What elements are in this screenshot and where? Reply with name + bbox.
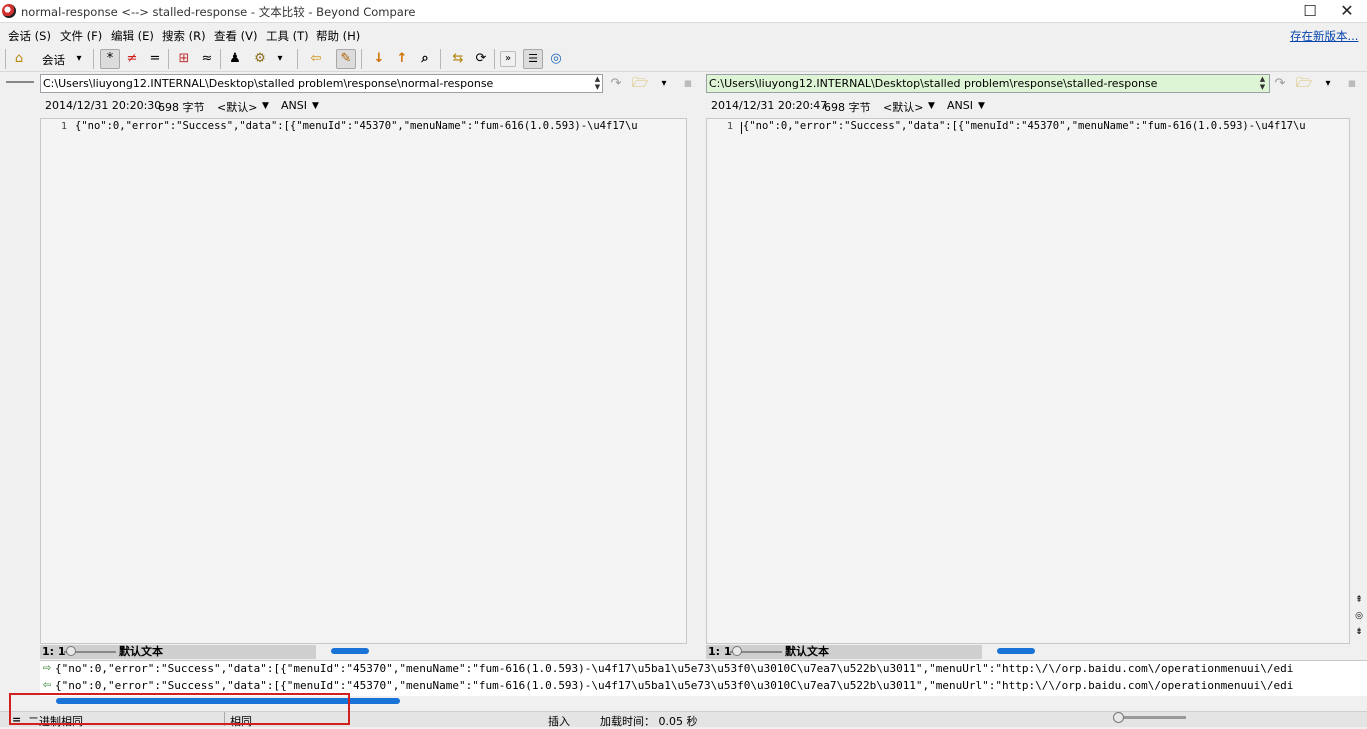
alignment-icon[interactable]: ☰ bbox=[523, 49, 543, 69]
right-zoom-knob[interactable] bbox=[732, 646, 742, 656]
menu-view[interactable]: 查看 (V) bbox=[214, 28, 258, 44]
right-text-pane[interactable]: 1 {"no":0,"error":"Success","data":[{"me… bbox=[706, 118, 1350, 644]
toolbar-separator bbox=[168, 49, 169, 69]
edit-icon[interactable]: ✎ bbox=[336, 49, 356, 69]
toolbar-separator bbox=[440, 49, 441, 69]
menu-help[interactable]: 帮助 (H) bbox=[316, 28, 360, 44]
text-caret bbox=[741, 122, 742, 134]
show-all-icon[interactable]: * bbox=[100, 49, 120, 69]
pane-splitter-handle[interactable] bbox=[6, 81, 34, 83]
left-horizontal-scrollbar[interactable] bbox=[331, 648, 369, 654]
center-icon[interactable]: ◎ bbox=[1353, 609, 1365, 623]
left-arrow-icon: ⇦ bbox=[42, 680, 52, 691]
minor-icon[interactable]: ≈ bbox=[197, 49, 217, 69]
toolbar-separator bbox=[5, 49, 6, 69]
left-format-dropdown-icon[interactable]: ▼ bbox=[262, 101, 269, 111]
format-dropdown-icon[interactable]: ▾ bbox=[273, 49, 287, 69]
copy-to-left-icon[interactable]: ⇦ bbox=[306, 49, 326, 69]
find-icon[interactable]: ⌕ bbox=[415, 49, 435, 69]
toolbar-separator bbox=[220, 49, 221, 69]
menu-tools[interactable]: 工具 (T) bbox=[266, 28, 309, 44]
scroll-down-icon[interactable]: ⇟ bbox=[1353, 625, 1365, 639]
right-path-spinner[interactable]: ▲ ▼ bbox=[1257, 75, 1268, 92]
right-format-dropdown-icon[interactable]: ▼ bbox=[928, 101, 935, 111]
left-line-number: 1 bbox=[60, 121, 67, 132]
prev-diff-icon[interactable]: ↑ bbox=[392, 49, 412, 69]
toolbar-separator bbox=[494, 49, 495, 69]
menu-session[interactable]: 会话 (S) bbox=[8, 28, 51, 44]
detail-right-line[interactable]: {"no":0,"error":"Success","data":[{"menu… bbox=[55, 678, 1364, 694]
left-size: 698 字节 bbox=[158, 101, 205, 114]
right-text-format: 默认文本 bbox=[785, 645, 829, 658]
swap-icon[interactable]: ⇆ bbox=[448, 49, 468, 69]
right-horizontal-scrollbar[interactable] bbox=[997, 648, 1035, 654]
refresh-icon[interactable]: ⟳ bbox=[471, 49, 491, 69]
new-version-link[interactable]: 存在新版本... bbox=[1290, 28, 1358, 44]
left-folder-dropdown-icon[interactable]: ▾ bbox=[655, 75, 673, 92]
left-pane-status: 1: 1 默认文本 bbox=[40, 645, 316, 659]
menu-search[interactable]: 搜索 (R) bbox=[162, 28, 206, 44]
next-diff-icon[interactable]: ↓ bbox=[369, 49, 389, 69]
detail-left-line[interactable]: {"no":0,"error":"Success","data":[{"menu… bbox=[55, 661, 1364, 677]
web-icon[interactable]: ◎ bbox=[546, 49, 566, 69]
session-dropdown-icon[interactable]: ▾ bbox=[72, 49, 86, 69]
home-session-icon[interactable]: ⌂ bbox=[9, 49, 29, 69]
zoom-track bbox=[1114, 716, 1186, 719]
window-title: normal-response <--> stalled-response - … bbox=[21, 5, 416, 19]
toolbar-separator bbox=[297, 49, 298, 69]
zoom-knob[interactable] bbox=[1113, 712, 1124, 723]
right-open-folder-icon[interactable]: 🗁 bbox=[1295, 75, 1313, 92]
rules-icon[interactable]: ♟ bbox=[225, 49, 245, 69]
left-text-format: 默认文本 bbox=[119, 645, 163, 658]
right-encoding-dropdown-icon[interactable]: ▼ bbox=[978, 101, 985, 111]
format-icon[interactable]: ⚙ bbox=[250, 49, 270, 69]
right-line-number: 1 bbox=[726, 121, 733, 132]
right-line-text[interactable]: {"no":0,"error":"Success","data":[{"menu… bbox=[743, 120, 1351, 132]
right-encoding-select[interactable]: ANSI bbox=[947, 99, 973, 112]
right-format-select[interactable]: <默认> bbox=[883, 99, 923, 115]
show-same-icon[interactable]: = bbox=[145, 49, 165, 69]
left-refresh-icon[interactable]: ↷ bbox=[607, 75, 625, 92]
left-path-field[interactable]: C:\Users\liuyong12.INTERNAL\Desktop\stal… bbox=[40, 74, 603, 93]
menu-file[interactable]: 文件 (F) bbox=[60, 28, 102, 44]
right-path-field[interactable]: C:\Users\liuyong12.INTERNAL\Desktop\stal… bbox=[706, 74, 1270, 93]
left-open-folder-icon[interactable]: 🗁 bbox=[631, 75, 649, 92]
right-pane-status: 1: 1 默认文本 bbox=[706, 645, 982, 659]
left-encoding-dropdown-icon[interactable]: ▼ bbox=[312, 101, 319, 111]
left-save-icon[interactable]: ▪ bbox=[679, 75, 697, 92]
right-save-icon[interactable]: ▪ bbox=[1343, 75, 1361, 92]
left-zoom-knob[interactable] bbox=[66, 646, 76, 656]
left-line-text[interactable]: {"no":0,"error":"Success","data":[{"menu… bbox=[75, 120, 686, 132]
right-cursor-position: 1: 1 bbox=[708, 645, 732, 658]
context-icon[interactable]: ⊞ bbox=[174, 49, 194, 69]
maximize-button[interactable]: ☐ bbox=[1296, 0, 1324, 22]
status-highlight-box bbox=[9, 693, 350, 725]
right-timestamp: 2014/12/31 20:20:47 bbox=[711, 99, 828, 112]
close-button[interactable]: ✕ bbox=[1333, 0, 1361, 22]
expand-icon[interactable]: » bbox=[500, 51, 516, 67]
right-size: 698 字节 bbox=[824, 101, 871, 114]
left-line-gutter bbox=[41, 119, 75, 643]
beyond-compare-logo-icon bbox=[2, 4, 16, 18]
right-arrow-icon: ⇨ bbox=[42, 663, 52, 674]
left-cursor-position: 1: 1 bbox=[42, 645, 66, 658]
left-format-select[interactable]: <默认> bbox=[217, 99, 257, 115]
right-refresh-icon[interactable]: ↷ bbox=[1271, 75, 1289, 92]
right-line-gutter bbox=[707, 119, 741, 643]
left-timestamp: 2014/12/31 20:20:30 bbox=[45, 99, 162, 112]
show-diffs-icon[interactable]: ≠ bbox=[122, 49, 142, 69]
toolbar-separator bbox=[93, 49, 94, 69]
left-path-spinner[interactable]: ▲ ▼ bbox=[592, 75, 603, 92]
session-label[interactable]: 会话 bbox=[42, 52, 65, 68]
menu-edit[interactable]: 编辑 (E) bbox=[111, 28, 154, 44]
scroll-up-icon[interactable]: ⇞ bbox=[1353, 593, 1365, 607]
left-encoding-select[interactable]: ANSI bbox=[281, 99, 307, 112]
toolbar-separator bbox=[361, 49, 362, 69]
left-text-pane[interactable]: 1 {"no":0,"error":"Success","data":[{"me… bbox=[40, 118, 687, 644]
right-folder-dropdown-icon[interactable]: ▾ bbox=[1319, 75, 1337, 92]
